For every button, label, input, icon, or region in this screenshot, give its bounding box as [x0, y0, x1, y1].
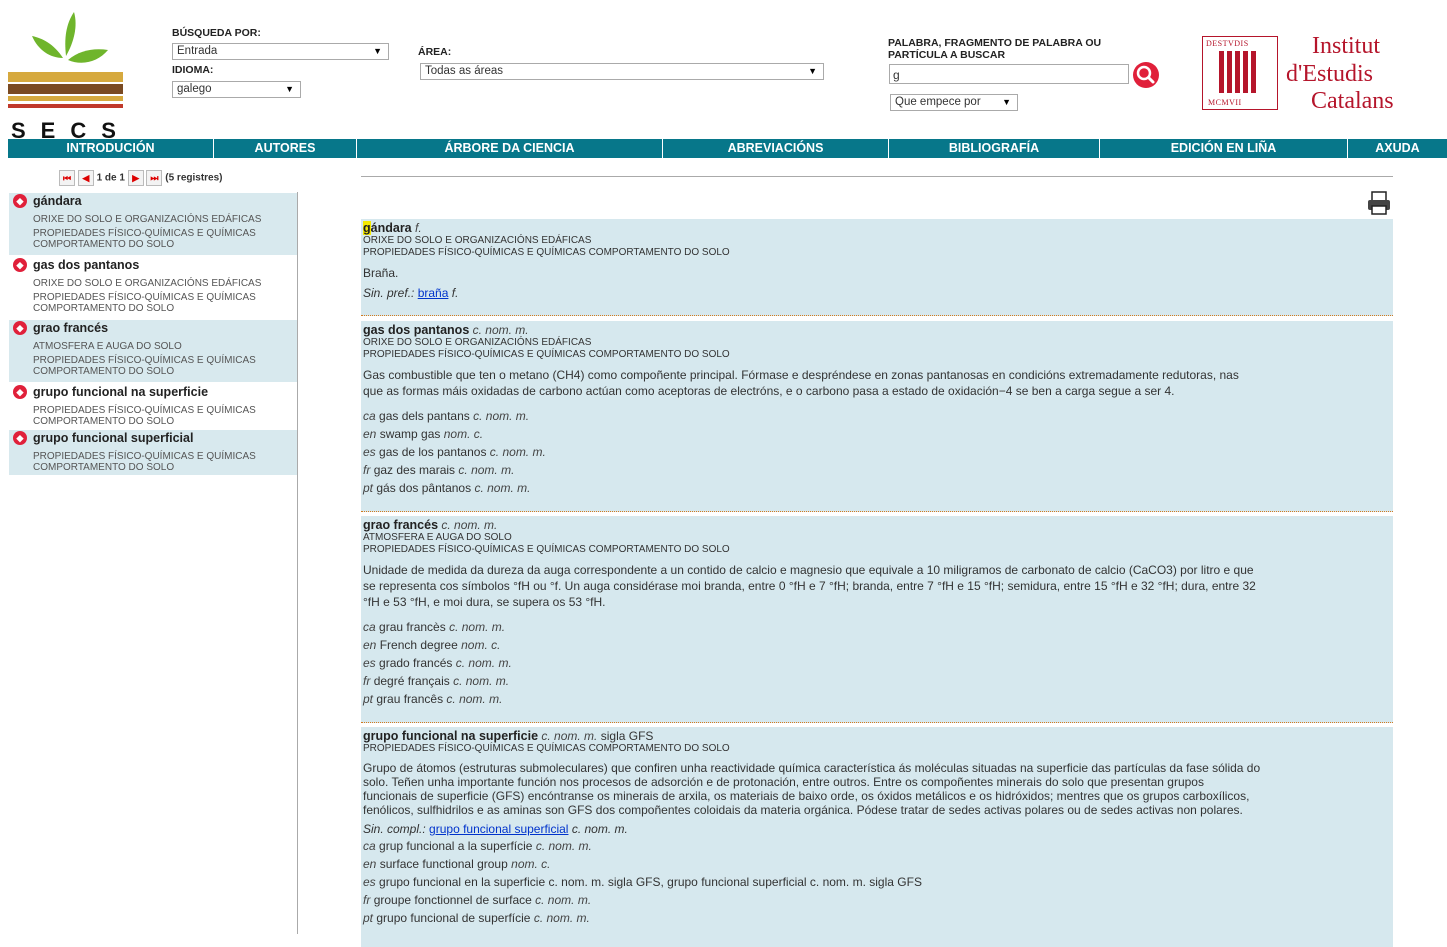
print-icon[interactable]: [1366, 190, 1392, 216]
equivalent-ca: ca grau francès c. nom. m.: [363, 620, 506, 634]
book-icon: ◆: [13, 194, 27, 208]
iec-logo[interactable]: DESTVDIS MCMVII Institut d'Estudis Catal…: [1202, 33, 1427, 114]
plant-logo-icon: [8, 12, 123, 108]
definition: °fH e 53 °fH, e moi dura, se supera os 5…: [363, 595, 606, 609]
definition: fenólicos, sulfhidrilos e as aminas son …: [363, 803, 1243, 817]
last-page-icon[interactable]: ⏭: [146, 170, 163, 186]
first-page-icon[interactable]: ⏮: [59, 170, 75, 186]
iec-name-2: d'Estudis: [1286, 61, 1373, 87]
definition: funcionais de superficie (GFS) encóntran…: [363, 789, 1250, 803]
seal-text-top: DESTVDIS: [1206, 39, 1249, 48]
definition: solo. Teñen unha importante función nos …: [363, 775, 1204, 789]
record-count: (5 registres): [165, 172, 223, 184]
book-icon: ◆: [13, 321, 27, 335]
equivalent-en: en French degree nom. c.: [363, 638, 501, 652]
definition: Unidade de medida da dureza da auga corr…: [363, 563, 1254, 577]
nav-arbore-da-ciencia[interactable]: ÁRBORE DA CIENCIA: [357, 139, 663, 158]
page-indicator: 1 de 1: [96, 172, 125, 184]
area-line: ORIXE DO SOLO E ORGANIZACIÓNS EDÁFICAS: [363, 235, 592, 246]
nav-autores[interactable]: AUTORES: [214, 139, 357, 158]
area-line: PROPIEDADES FÍSICO-QUÍMICAS E QUÍMICAS C…: [363, 349, 730, 360]
equivalent-es: es gas de los pantanos c. nom. m.: [363, 445, 546, 459]
entry-grupo-funcional-na-superficie: grupo funcional na superficie c. nom. m.…: [361, 727, 1393, 947]
equivalent-es: es grado francés c. nom. m.: [363, 656, 512, 670]
equivalent-pt: pt grau francês c. nom. m.: [363, 692, 503, 706]
list-item[interactable]: ◆ gándara ORIXE DO SOLO E ORGANIZACIÓNS E…: [9, 193, 297, 255]
entry-grao-frances: grao francés c. nom. m. ATMOSFERA E AUGA…: [361, 516, 1393, 723]
nav-abreviacions[interactable]: ABREVIACIÓNS: [663, 139, 889, 158]
iec-seal: DESTVDIS MCMVII: [1202, 36, 1278, 110]
area-select[interactable]: Todas as áreas ▼: [420, 63, 824, 80]
chevron-down-icon: ▼: [808, 66, 817, 76]
definition: Braña.: [363, 266, 399, 280]
area-label: ÁREA:: [418, 46, 452, 58]
entry-gas-dos-pantanos: gas dos pantanos c. nom. m. ORIXE DO SOL…: [361, 321, 1393, 512]
area-line: PROPIEDADES FÍSICO-QUÍMICAS E QUÍMICAS C…: [363, 544, 730, 555]
secs-logo-text: SECS: [11, 118, 131, 143]
iec-name-3: Catalans: [1311, 88, 1394, 114]
equivalent-ca: ca grup funcional a la superfície c. nom…: [363, 839, 592, 853]
seal-text-bottom: MCMVII: [1208, 98, 1242, 107]
nav-edicion-en-lina[interactable]: EDICIÓN EN LIÑA: [1100, 139, 1348, 158]
definition: que as formas máis oxidadas de carbono a…: [363, 384, 1175, 398]
equivalent-ca: ca gas dels pantans c. nom. m.: [363, 409, 530, 423]
list-item[interactable]: ◆ gas dos pantanos ORIXE DO SOLO E ORGANI…: [9, 257, 297, 319]
idioma-label: IDIOMA:: [172, 64, 214, 76]
equivalent-es: es grupo funcional en la superficie c. n…: [363, 875, 922, 889]
equivalent-fr: fr groupe fonctionnel de surface c. nom.…: [363, 893, 592, 907]
area-line: ORIXE DO SOLO E ORGANIZACIÓNS EDÁFICAS: [363, 337, 592, 348]
iec-name-1: Institut: [1312, 33, 1381, 59]
search-icon: [1136, 65, 1155, 84]
secs-logo[interactable]: SECS: [8, 8, 123, 142]
pager: ⏮ ◀ 1 de 1 ▶ ⏭ (5 registres): [59, 170, 223, 186]
chevron-down-icon: ▼: [285, 84, 294, 94]
seal-bars: [1219, 51, 1257, 93]
list-item[interactable]: ◆ grupo funcional superficial PROPIEDADES…: [9, 430, 297, 475]
search-mode-select[interactable]: Que empece por ▼: [890, 94, 1018, 111]
list-item[interactable]: ◆ grao francés ATMOSFERA E AUGA DO SOLO P…: [9, 320, 297, 382]
search-button[interactable]: [1133, 62, 1159, 88]
definition: Gas combustible que ten o metano (CH4) c…: [363, 368, 1239, 382]
next-page-icon[interactable]: ▶: [127, 170, 144, 186]
book-icon: ◆: [13, 258, 27, 272]
definition: Grupo de átomos (estruturas submolecular…: [363, 761, 1261, 775]
palabra-label: PALABRA, FRAGMENTO DE PALABRA OU PARTÍCU…: [888, 37, 1102, 61]
list-item[interactable]: ◆ grupo funcional na superficie PROPIEDAD…: [9, 384, 297, 428]
idioma-select[interactable]: galego ▼: [172, 81, 301, 98]
equivalent-fr: fr degré français c. nom. m.: [363, 674, 510, 688]
equivalent-en: en swamp gas nom. c.: [363, 427, 484, 441]
prev-page-icon[interactable]: ◀: [77, 170, 94, 186]
entry-gandara: gándara f. ORIXE DO SOLO E ORGANIZACIÓNS…: [361, 219, 1393, 316]
book-icon: ◆: [13, 431, 27, 445]
main-nav: INTRODUCIÓN AUTORES ÁRBORE DA CIENCIA AB…: [8, 139, 1447, 158]
column-divider: [297, 192, 298, 934]
area-line: ATMOSFERA E AUGA DO SOLO: [363, 532, 512, 543]
nav-introducion[interactable]: INTRODUCIÓN: [8, 139, 214, 158]
busqueda-select[interactable]: Entrada ▼: [172, 43, 389, 60]
chevron-down-icon: ▼: [1002, 97, 1011, 107]
busqueda-label: BÚSQUEDA POR:: [172, 27, 261, 39]
definition: se representa cos símbolos °fH ou °f. Un…: [363, 579, 1256, 593]
synonym-link[interactable]: braña: [418, 286, 449, 300]
chevron-down-icon: ▼: [373, 46, 382, 56]
equivalent-pt: pt grupo funcional de superfície c. nom.…: [363, 911, 590, 925]
area-line: PROPIEDADES FÍSICO-QUÍMICAS E QUÍMICAS C…: [363, 743, 730, 754]
equivalent-pt: pt gás dos pântanos c. nom. m.: [363, 481, 531, 495]
equivalent-en: en surface functional group nom. c.: [363, 857, 551, 871]
nav-bibliografia[interactable]: BIBLIOGRAFÍA: [889, 139, 1100, 158]
area-line: PROPIEDADES FÍSICO-QUÍMICAS E QUÍMICAS C…: [363, 247, 730, 258]
search-input[interactable]: g: [889, 64, 1129, 84]
printer-icon: [1368, 191, 1390, 215]
content-divider: [361, 176, 1393, 177]
book-icon: ◆: [13, 385, 27, 399]
equivalent-fr: fr gaz des marais c. nom. m.: [363, 463, 515, 477]
synonym-link[interactable]: grupo funcional superficial: [429, 822, 568, 836]
nav-axuda[interactable]: AXUDA: [1348, 139, 1447, 158]
